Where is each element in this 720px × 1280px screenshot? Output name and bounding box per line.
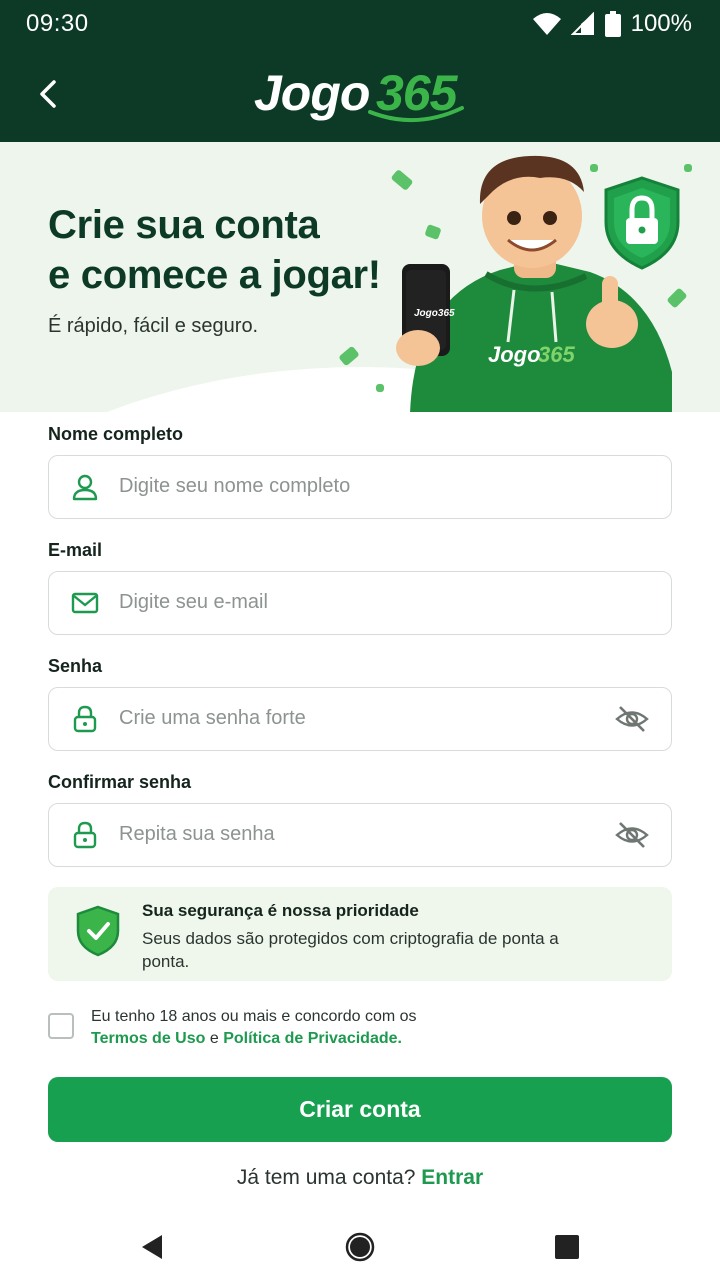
nav-back-icon[interactable] xyxy=(138,1232,168,1262)
mail-icon xyxy=(71,592,99,614)
nav-recents-icon[interactable] xyxy=(552,1232,582,1262)
lock-icon xyxy=(73,821,97,849)
back-button[interactable] xyxy=(30,72,70,116)
status-time: 09:30 xyxy=(26,10,89,37)
app-logo: Jogo 365 xyxy=(254,60,474,126)
login-prompt: Já tem uma conta? Entrar xyxy=(0,1166,720,1190)
lock-icon xyxy=(73,705,97,733)
email-input[interactable] xyxy=(119,572,589,633)
security-notice: Sua segurança é nossa prioridade Seus da… xyxy=(48,887,672,981)
status-icons: 100% xyxy=(532,10,692,38)
terms-checkbox[interactable] xyxy=(48,1013,74,1039)
logo-word: Jogo xyxy=(254,65,370,121)
terms-text-before: Eu tenho 18 anos ou mais e concordo com … xyxy=(91,1008,417,1025)
security-notice-title: Sua segurança é nossa prioridade xyxy=(142,901,419,920)
confirm-password-field[interactable] xyxy=(48,803,672,867)
leaf-decoration xyxy=(684,164,692,172)
hero-title: Crie sua conta e comece a jogar! xyxy=(48,200,381,300)
hero-banner: Crie sua conta e comece a jogar! É rápid… xyxy=(0,142,720,412)
system-nav-bar xyxy=(0,1212,720,1280)
logo-swoosh xyxy=(368,106,464,122)
battery-icon xyxy=(604,11,621,37)
app-header: 09:30 100% Jogo 365 xyxy=(0,0,720,142)
hero-subtitle: É rápido, fácil e seguro. xyxy=(48,315,259,337)
wifi-icon xyxy=(532,13,561,35)
privacy-policy-link[interactable]: Política de Privacidade. xyxy=(223,1030,402,1047)
email-field[interactable] xyxy=(48,571,672,635)
hero-title-line2: e comece a jogar! xyxy=(48,253,381,297)
create-account-button[interactable]: Criar conta xyxy=(48,1077,672,1142)
login-prompt-text: Já tem uma conta? xyxy=(236,1166,416,1189)
terms-of-use-link[interactable]: Termos de Uso xyxy=(91,1030,205,1047)
shield-check-icon xyxy=(76,905,120,957)
password-label: Senha xyxy=(48,656,103,676)
eye-off-icon[interactable] xyxy=(615,820,649,850)
name-input[interactable] xyxy=(119,456,589,517)
security-notice-description: Seus dados são protegidos com criptograf… xyxy=(142,929,559,971)
nav-home-icon[interactable] xyxy=(345,1232,375,1262)
login-link[interactable]: Entrar xyxy=(421,1166,483,1189)
user-icon xyxy=(72,474,98,501)
name-field[interactable] xyxy=(48,455,672,519)
hoodie-logo-word: Jogo xyxy=(488,342,541,367)
status-bar: 09:30 100% xyxy=(0,0,720,50)
confirm-password-label: Confirmar senha xyxy=(48,772,192,792)
terms-text: Eu tenho 18 anos ou mais e concordo com … xyxy=(91,1006,417,1050)
name-label: Nome completo xyxy=(48,424,184,444)
leaf-decoration xyxy=(338,345,360,367)
confirm-password-input[interactable] xyxy=(119,804,589,865)
terms-connector: e xyxy=(209,1030,219,1047)
leaf-decoration xyxy=(376,384,384,392)
battery-percent: 100% xyxy=(630,10,692,37)
back-arrow-icon xyxy=(40,80,56,108)
password-field[interactable] xyxy=(48,687,672,751)
hero-title-line1: Crie sua conta xyxy=(48,203,320,247)
password-input[interactable] xyxy=(119,688,589,749)
security-shield-icon xyxy=(604,176,680,270)
phone-logo: Jogo365 xyxy=(414,308,455,319)
email-label: E-mail xyxy=(48,540,103,560)
signal-icon xyxy=(570,12,594,35)
eye-off-icon[interactable] xyxy=(615,704,649,734)
hoodie-logo-number: 365 xyxy=(538,342,575,367)
